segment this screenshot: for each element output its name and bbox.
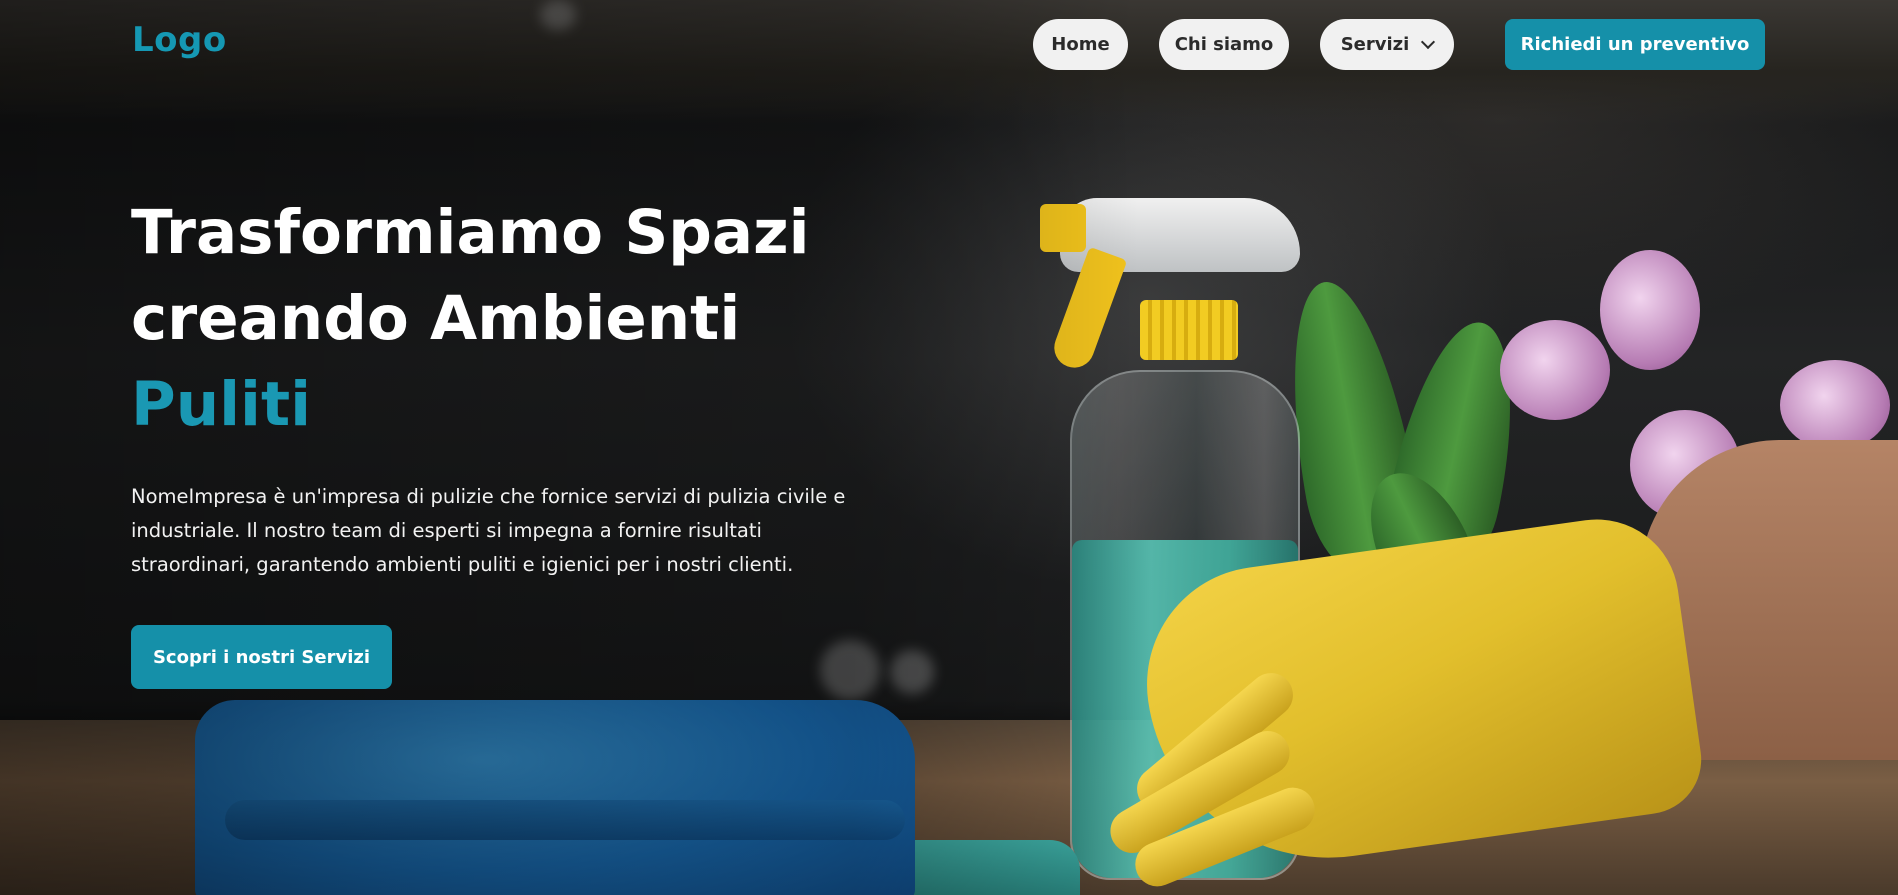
chevron-down-icon [1421,34,1436,50]
hero-title: Trasformiamo Spazi creando Ambienti Puli… [131,190,891,448]
hero-title-line2: creando Ambienti [131,283,741,354]
request-quote-label: Richiedi un preventivo [1520,34,1750,55]
nav-servizi-label: Servizi [1340,34,1410,55]
request-quote-button[interactable]: Richiedi un preventivo [1505,19,1765,70]
nav-home-button[interactable]: Home [1033,19,1128,70]
discover-services-label: Scopri i nostri Servizi [152,646,371,668]
nav-home-label: Home [1051,34,1110,55]
nav-servizi-dropdown[interactable]: Servizi [1320,19,1454,70]
site-header: Logo Home Chi siamo Servizi Richiedi un … [0,0,1898,88]
logo[interactable]: Logo [132,20,227,60]
hero-title-line1: Trasformiamo Spazi [131,197,810,268]
nav-chi-siamo-label: Chi siamo [1174,34,1274,55]
hero-title-accent: Puliti [131,369,312,440]
hero-description: NomeImpresa è un'impresa di pulizie che … [131,485,846,576]
nav-chi-siamo-button[interactable]: Chi siamo [1159,19,1289,70]
discover-services-button[interactable]: Scopri i nostri Servizi [131,625,392,689]
